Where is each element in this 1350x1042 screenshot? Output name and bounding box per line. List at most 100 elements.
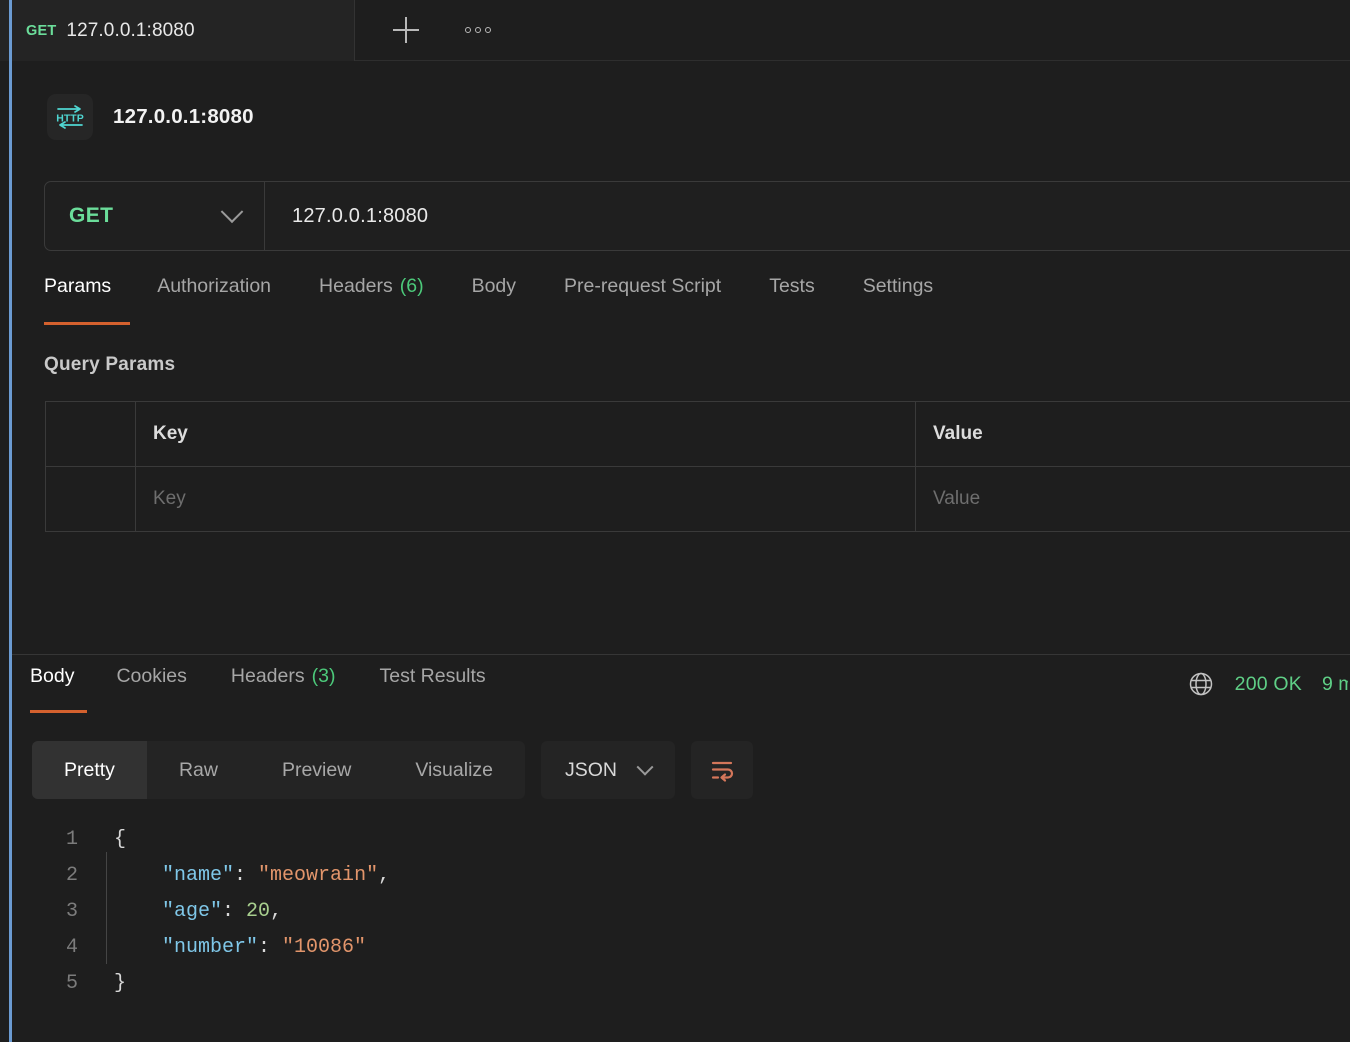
- response-body-viewer[interactable]: 1 2 3 4 5 { "name": "meowrain", "age": 2…: [32, 822, 1350, 1002]
- response-tab-test-results-label: Test Results: [379, 665, 485, 688]
- request-header: HTTP 127.0.0.1:8080: [0, 61, 1350, 173]
- code-token: "10086": [282, 936, 366, 959]
- url-input[interactable]: 127.0.0.1:8080: [265, 182, 1350, 250]
- word-wrap-button[interactable]: [691, 741, 753, 799]
- view-mode-raw-label: Raw: [179, 759, 218, 782]
- code-line: "age": 20,: [114, 894, 1350, 930]
- code-line: }: [114, 966, 1350, 1002]
- tab-authorization-label: Authorization: [157, 275, 271, 298]
- view-mode-preview[interactable]: Preview: [250, 741, 383, 799]
- response-tab-test-results[interactable]: Test Results: [357, 665, 507, 717]
- header-checkbox-cell: [46, 402, 136, 466]
- table-row[interactable]: Key Value: [46, 467, 1350, 532]
- code-token: "meowrain": [258, 864, 378, 887]
- http-method-select[interactable]: GET: [45, 182, 265, 250]
- tab-settings[interactable]: Settings: [839, 275, 957, 331]
- request-name: 127.0.0.1:8080: [113, 105, 254, 129]
- line-number: 2: [32, 858, 78, 894]
- status-code: 200 OK: [1235, 673, 1302, 696]
- plus-icon: [393, 17, 419, 43]
- tab-method-label: GET: [26, 23, 56, 39]
- code-token: }: [114, 972, 126, 995]
- view-mode-visualize-label: Visualize: [415, 759, 493, 782]
- line-number: 5: [32, 966, 78, 1002]
- tab-pre-request-script-label: Pre-request Script: [564, 275, 721, 298]
- chevron-down-icon: [221, 200, 244, 223]
- code-line: "number": "10086": [114, 930, 1350, 966]
- tab-tests[interactable]: Tests: [745, 275, 839, 331]
- response-view-mode-group: Pretty Raw Preview Visualize: [32, 741, 525, 799]
- view-mode-pretty-label: Pretty: [64, 759, 115, 782]
- row-value-input[interactable]: Value: [916, 467, 1350, 531]
- code-token: "name": [114, 864, 234, 887]
- http-method-label: GET: [69, 204, 113, 228]
- code-token: ,: [378, 864, 390, 887]
- tab-params[interactable]: Params: [44, 275, 133, 331]
- tab-title-label: 127.0.0.1:8080: [66, 20, 194, 42]
- response-tab-cookies-label: Cookies: [116, 665, 186, 688]
- code-line: {: [114, 822, 1350, 858]
- column-header-value: Value: [933, 423, 983, 445]
- tab-pre-request-script[interactable]: Pre-request Script: [540, 275, 745, 331]
- row-value-placeholder: Value: [933, 488, 980, 510]
- response-tab-body[interactable]: Body: [30, 665, 94, 717]
- response-tab-cookies[interactable]: Cookies: [94, 665, 208, 717]
- view-mode-visualize[interactable]: Visualize: [383, 741, 525, 799]
- url-bar: GET 127.0.0.1:8080: [44, 181, 1350, 251]
- response-view-toolbar: Pretty Raw Preview Visualize JSON: [32, 741, 753, 799]
- fold-guide-line: [106, 852, 107, 964]
- request-section-tabs: Params Authorization Headers (6) Body Pr…: [0, 275, 1350, 331]
- tab-strip: GET 127.0.0.1:8080: [0, 0, 1350, 61]
- response-format-label: JSON: [565, 759, 617, 782]
- row-key-placeholder: Key: [153, 488, 186, 510]
- line-number: 1: [32, 822, 78, 858]
- response-tab-headers[interactable]: Headers (3): [209, 665, 358, 717]
- line-number: 3: [32, 894, 78, 930]
- tab-settings-label: Settings: [863, 275, 933, 298]
- tab-options-button[interactable]: [459, 11, 497, 49]
- view-mode-pretty[interactable]: Pretty: [32, 741, 147, 799]
- code-token: 20: [246, 900, 270, 923]
- code-token: ,: [270, 900, 282, 923]
- code-token: "number": [114, 936, 258, 959]
- response-time: 9 m: [1322, 673, 1348, 696]
- word-wrap-icon: [707, 755, 737, 785]
- header-value-cell: Value: [916, 402, 1350, 466]
- ellipsis-icon: [465, 27, 491, 33]
- tab-authorization[interactable]: Authorization: [133, 275, 295, 331]
- tab-params-label: Params: [44, 275, 111, 298]
- code-lines: { "name": "meowrain", "age": 20, "number…: [114, 822, 1350, 1002]
- tab-strip-actions: [355, 0, 1350, 61]
- line-number-gutter: 1 2 3 4 5: [32, 822, 100, 1002]
- tab-headers[interactable]: Headers (6): [295, 275, 448, 331]
- response-tab-headers-count: (3): [312, 665, 336, 688]
- column-header-key: Key: [153, 423, 188, 445]
- pane-divider[interactable]: [12, 654, 1350, 655]
- code-fold-column[interactable]: [100, 822, 114, 1002]
- response-tab-headers-label: Headers: [231, 665, 305, 688]
- new-tab-button[interactable]: [387, 11, 425, 49]
- query-params-title: Query Params: [44, 354, 175, 376]
- code-token: :: [234, 864, 258, 887]
- http-protocol-icon: HTTP: [47, 94, 93, 140]
- response-tab-body-label: Body: [30, 665, 74, 688]
- chevron-down-icon: [637, 759, 654, 776]
- line-number: 4: [32, 930, 78, 966]
- request-tab-item[interactable]: GET 127.0.0.1:8080: [0, 0, 355, 61]
- response-section-tabs: Body Cookies Headers (3) Test Results: [0, 665, 1350, 717]
- globe-icon[interactable]: [1187, 670, 1215, 698]
- row-key-input[interactable]: Key: [136, 467, 916, 531]
- tab-body[interactable]: Body: [448, 275, 540, 331]
- response-format-select[interactable]: JSON: [541, 741, 675, 799]
- code-token: :: [222, 900, 246, 923]
- response-status-bar: 200 OK 9 m: [1187, 670, 1350, 698]
- code-line: "name": "meowrain",: [114, 858, 1350, 894]
- tab-headers-label: Headers: [319, 275, 393, 298]
- view-mode-raw[interactable]: Raw: [147, 741, 250, 799]
- table-header-row: Key Value: [46, 402, 1350, 467]
- code-token: :: [258, 936, 282, 959]
- active-request-accent-bar: [9, 0, 12, 1042]
- row-checkbox-cell[interactable]: [46, 467, 136, 531]
- view-mode-preview-label: Preview: [282, 759, 351, 782]
- tab-tests-label: Tests: [769, 275, 815, 298]
